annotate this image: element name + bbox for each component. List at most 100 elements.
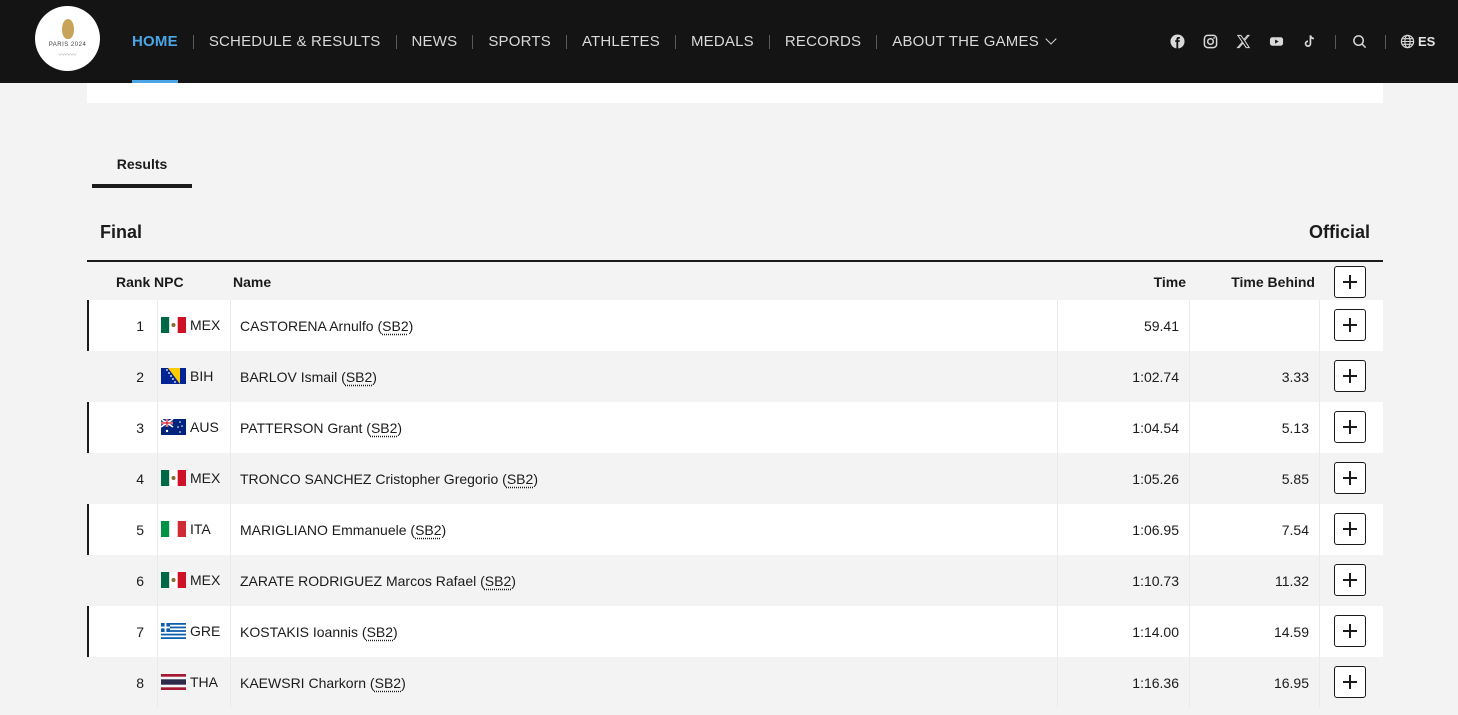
flag-icon	[161, 368, 186, 384]
cell-divider	[230, 402, 231, 453]
divider	[1385, 34, 1386, 49]
nav-item-home[interactable]: HOME	[132, 0, 178, 83]
table-row[interactable]: 7 GRE KOSTAKIS Ioannis (SB2) 1:14.00 14.59	[87, 606, 1383, 657]
nav-item-records[interactable]: RECORDS	[785, 0, 861, 83]
main-nav: HOME SCHEDULE & RESULTS NEWS SPORTS ATHLETES…	[132, 0, 1057, 83]
table-row[interactable]: 1 MEX CASTORENA Arnulfo (SB2) 59.41	[87, 300, 1383, 351]
expand-row-button[interactable]	[1334, 513, 1366, 545]
nav-divider	[674, 34, 676, 49]
npc-code: MEX	[190, 572, 221, 588]
time-cell: 1:02.74	[1132, 369, 1179, 385]
col-time[interactable]: Time	[1154, 274, 1186, 290]
expand-all-button[interactable]	[1334, 266, 1366, 298]
nav-item-athletes[interactable]: ATHLETES	[582, 0, 660, 83]
time-cell: 1:10.73	[1132, 573, 1179, 589]
sport-class[interactable]: SB2	[382, 318, 408, 334]
athlete-name: TRONCO SANCHEZ Cristopher Gregorio	[240, 471, 499, 487]
time-behind-cell: 7.54	[1281, 522, 1309, 538]
sport-class[interactable]: SB2	[485, 573, 511, 589]
nav-item-schedule-results[interactable]: SCHEDULE & RESULTS	[209, 0, 381, 83]
x-icon[interactable]	[1236, 34, 1251, 49]
athlete-name-cell[interactable]: MARIGLIANO Emmanuele (SB2)	[240, 522, 446, 538]
col-npc[interactable]: NPC	[154, 274, 184, 290]
time-behind-cell: 3.33	[1281, 369, 1309, 385]
paralympics-logo[interactable]: PARIS 2024 〰〰〰	[35, 6, 100, 71]
athlete-name-cell[interactable]: KAEWSRI Charkorn (SB2)	[240, 675, 406, 691]
agitos-icon: 〰〰〰	[58, 52, 77, 59]
flame-icon	[61, 18, 74, 39]
npc-cell[interactable]: MEX	[161, 572, 220, 588]
sport-class[interactable]: SB2	[507, 471, 533, 487]
table-row[interactable]: 3 AUS PATTERSON Grant (SB2) 1:04.54 5.13	[87, 402, 1383, 453]
time-behind-cell: 5.85	[1281, 471, 1309, 487]
nav-item-label: MEDALS	[690, 33, 754, 50]
athlete-name-cell[interactable]: TRONCO SANCHEZ Cristopher Gregorio (SB2)	[240, 471, 538, 487]
npc-cell[interactable]: GRE	[161, 623, 220, 639]
athlete-name: CASTORENA Arnulfo	[240, 318, 374, 334]
table-row[interactable]: 2 BIH BARLOV Ismail (SB2) 1:02.74 3.33	[87, 351, 1383, 402]
sport-class[interactable]: SB2	[415, 522, 441, 538]
language-switcher[interactable]: ES	[1400, 34, 1435, 49]
col-name[interactable]: Name	[233, 274, 271, 290]
npc-cell[interactable]: ITA	[161, 521, 211, 537]
athlete-name-cell[interactable]: CASTORENA Arnulfo (SB2)	[240, 318, 413, 334]
nav-item-medals[interactable]: MEDALS	[691, 0, 754, 83]
npc-cell[interactable]: AUS	[161, 419, 219, 435]
col-rank[interactable]: Rank	[116, 274, 150, 290]
expand-row-button[interactable]	[1334, 666, 1366, 698]
athlete-name: PATTERSON Grant	[240, 420, 363, 436]
nav-item-label: SCHEDULE & RESULTS	[208, 33, 381, 50]
expand-row-button[interactable]	[1334, 615, 1366, 647]
sport-class[interactable]: SB2	[375, 675, 401, 691]
npc-cell[interactable]: MEX	[161, 470, 220, 486]
table-row[interactable]: 6 MEX ZARATE RODRIGUEZ Marcos Rafael (SB2)…	[87, 555, 1383, 606]
table-row[interactable]: 4 MEX TRONCO SANCHEZ Cristopher Gregorio (…	[87, 453, 1383, 504]
rank-cell: 8	[136, 675, 144, 691]
flag-icon	[161, 317, 186, 333]
npc-cell[interactable]: MEX	[161, 317, 220, 333]
rank-cell: 7	[136, 624, 144, 640]
cell-divider	[1319, 504, 1320, 555]
youtube-icon[interactable]	[1269, 34, 1284, 49]
npc-cell[interactable]: THA	[161, 674, 218, 690]
facebook-icon[interactable]	[1170, 34, 1185, 49]
col-time-behind[interactable]: Time Behind	[1231, 274, 1315, 290]
table-row[interactable]: 8 THA KAEWSRI Charkorn (SB2) 1:16.36 16.95	[87, 657, 1383, 708]
nav-item-about-the-games[interactable]: ABOUT THE GAMES	[892, 0, 1057, 83]
nav-item-label: SPORTS	[488, 33, 551, 50]
table-row[interactable]: 5 ITA MARIGLIANO Emmanuele (SB2) 1:06.95 7.5…	[87, 504, 1383, 555]
expand-row-button[interactable]	[1334, 411, 1366, 443]
nav-item-sports[interactable]: SPORTS	[488, 0, 551, 83]
flag-icon	[161, 419, 186, 435]
search-icon[interactable]	[1352, 34, 1367, 49]
expand-row-button[interactable]	[1334, 360, 1366, 392]
time-cell: 1:04.54	[1132, 420, 1179, 436]
npc-code: MEX	[190, 470, 221, 486]
athlete-name-cell[interactable]: ZARATE RODRIGUEZ Marcos Rafael (SB2)	[240, 573, 516, 589]
cell-divider	[157, 300, 158, 351]
flag-icon	[161, 470, 186, 486]
athlete-name: BARLOV Ismail	[240, 369, 338, 385]
athlete-name-cell[interactable]: PATTERSON Grant (SB2)	[240, 420, 402, 436]
globe-icon	[1400, 34, 1415, 49]
sport-class[interactable]: SB2	[371, 420, 397, 436]
expand-row-button[interactable]	[1334, 564, 1366, 596]
athlete-name-cell[interactable]: KOSTAKIS Ioannis (SB2)	[240, 624, 398, 640]
sport-class[interactable]: SB2	[367, 624, 393, 640]
nav-item-label: RECORDS	[784, 33, 862, 50]
athlete-name-cell[interactable]: BARLOV Ismail (SB2)	[240, 369, 377, 385]
sport-class[interactable]: SB2	[346, 369, 372, 385]
nav-item-news[interactable]: NEWS	[412, 0, 458, 83]
nav-divider	[472, 34, 474, 49]
tab-results[interactable]: Results	[92, 152, 192, 188]
divider	[1335, 34, 1336, 49]
top-navigation-bar: PARIS 2024 〰〰〰 HOME SCHEDULE & RESULTS NEW…	[0, 0, 1458, 83]
tiktok-icon[interactable]	[1302, 34, 1317, 49]
time-cell: 1:05.26	[1132, 471, 1179, 487]
rank-cell: 2	[136, 369, 144, 385]
npc-cell[interactable]: BIH	[161, 368, 213, 384]
expand-row-button[interactable]	[1334, 309, 1366, 341]
expand-row-button[interactable]	[1334, 462, 1366, 494]
instagram-icon[interactable]	[1203, 34, 1218, 49]
rank-cell: 5	[136, 522, 144, 538]
